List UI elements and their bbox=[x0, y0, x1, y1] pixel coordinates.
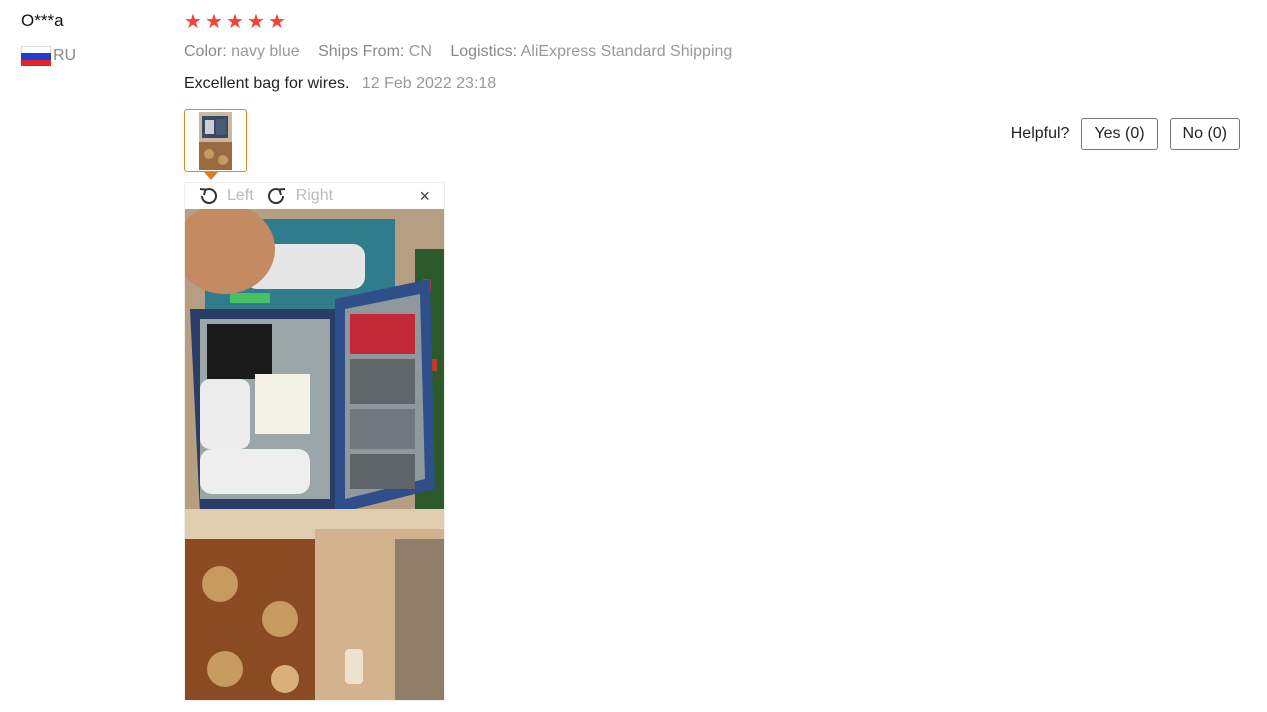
photo-viewer: Left Right × bbox=[184, 182, 445, 701]
star-icon: ★ bbox=[268, 11, 286, 33]
photo-thumbnail-image bbox=[199, 112, 232, 170]
rotate-right-button[interactable]: Right bbox=[266, 185, 333, 207]
helpful-label: Helpful? bbox=[1010, 125, 1070, 142]
reviewer-country: RU bbox=[21, 46, 76, 66]
star-icon: ★ bbox=[247, 11, 265, 33]
close-icon[interactable]: × bbox=[419, 186, 430, 207]
review-content: Excellent bag for wires. 12 Feb 2022 23:… bbox=[184, 75, 496, 93]
helpful-section: Helpful? Yes (0) No (0) bbox=[1011, 118, 1240, 150]
reviewer-name: O***a bbox=[21, 11, 64, 30]
helpful-yes-button[interactable]: Yes (0) bbox=[1081, 118, 1158, 150]
thumbnail-selected-indicator bbox=[204, 172, 218, 180]
rotate-left-icon bbox=[199, 188, 217, 205]
country-code: RU bbox=[53, 47, 77, 64]
bag-photo bbox=[185, 209, 444, 700]
star-icon: ★ bbox=[205, 11, 223, 33]
rotate-left-button[interactable]: Left bbox=[197, 185, 254, 207]
review-photo-thumbnail[interactable] bbox=[184, 109, 247, 172]
russia-flag-icon bbox=[21, 46, 51, 66]
star-icon: ★ bbox=[184, 11, 202, 33]
star-icon: ★ bbox=[226, 11, 244, 33]
review-meta: Color: navy blue Ships From: CN Logistic… bbox=[184, 43, 746, 61]
rating-stars: ★ ★ ★ ★ ★ bbox=[184, 12, 288, 32]
meta-color: Color: navy blue bbox=[184, 43, 300, 60]
helpful-no-button[interactable]: No (0) bbox=[1169, 118, 1240, 150]
meta-ships-from: Ships From: CN bbox=[318, 43, 432, 60]
review-photo-large bbox=[185, 209, 444, 700]
photo-viewer-toolbar: Left Right × bbox=[185, 183, 444, 209]
meta-logistics: Logistics: AliExpress Standard Shipping bbox=[450, 43, 733, 60]
review-text: Excellent bag for wires. bbox=[184, 75, 350, 92]
rotate-right-icon bbox=[267, 188, 285, 205]
review-date: 12 Feb 2022 23:18 bbox=[361, 75, 497, 92]
